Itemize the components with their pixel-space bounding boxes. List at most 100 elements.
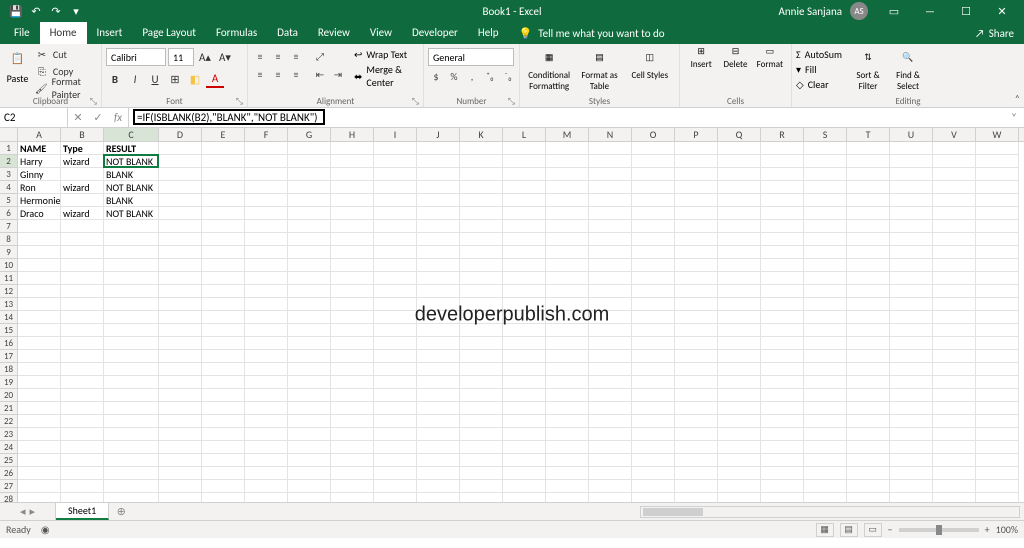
cell-I11[interactable] xyxy=(374,272,417,285)
cell-U4[interactable] xyxy=(890,181,933,194)
cell-H14[interactable] xyxy=(331,311,374,324)
cell-W7[interactable] xyxy=(976,220,1019,233)
cell-E26[interactable] xyxy=(202,467,245,480)
autosum-button[interactable]: ΣAutoSum xyxy=(796,48,842,61)
cell-T19[interactable] xyxy=(847,376,890,389)
cell-B24[interactable] xyxy=(61,441,104,454)
customize-qat-icon[interactable]: ▾ xyxy=(68,3,84,19)
col-header-S[interactable]: S xyxy=(804,128,847,141)
cell-Q15[interactable] xyxy=(718,324,761,337)
cell-E4[interactable] xyxy=(202,181,245,194)
cell-J21[interactable] xyxy=(417,402,460,415)
cell-K17[interactable] xyxy=(460,350,503,363)
user-name[interactable]: Annie Sanjana xyxy=(779,5,842,18)
cell-N26[interactable] xyxy=(589,467,632,480)
cell-C5[interactable]: BLANK xyxy=(104,194,159,207)
row-header-25[interactable]: 25 xyxy=(0,454,18,467)
row-header-22[interactable]: 22 xyxy=(0,415,18,428)
col-header-E[interactable]: E xyxy=(202,128,245,141)
cell-E16[interactable] xyxy=(202,337,245,350)
cell-H15[interactable] xyxy=(331,324,374,337)
cell-A8[interactable] xyxy=(18,233,61,246)
cell-U13[interactable] xyxy=(890,298,933,311)
cell-T17[interactable] xyxy=(847,350,890,363)
cell-P18[interactable] xyxy=(675,363,718,376)
cell-I2[interactable] xyxy=(374,155,417,168)
cell-L24[interactable] xyxy=(503,441,546,454)
cell-A27[interactable] xyxy=(18,480,61,493)
cell-Q10[interactable] xyxy=(718,259,761,272)
cell-A13[interactable] xyxy=(18,298,61,311)
cell-U11[interactable] xyxy=(890,272,933,285)
cell-B16[interactable] xyxy=(61,337,104,350)
cell-S1[interactable] xyxy=(804,142,847,155)
row-header-2[interactable]: 2 xyxy=(0,155,18,168)
cell-F25[interactable] xyxy=(245,454,288,467)
align-right-icon[interactable]: ≡ xyxy=(288,66,304,82)
cell-H10[interactable] xyxy=(331,259,374,272)
cell-P25[interactable] xyxy=(675,454,718,467)
comma-button[interactable]: , xyxy=(464,68,480,84)
zoom-in-icon[interactable]: + xyxy=(985,523,990,536)
col-header-J[interactable]: J xyxy=(417,128,460,141)
cell-L26[interactable] xyxy=(503,467,546,480)
cell-F10[interactable] xyxy=(245,259,288,272)
cell-Q3[interactable] xyxy=(718,168,761,181)
zoom-level[interactable]: 100% xyxy=(996,523,1018,536)
cell-L11[interactable] xyxy=(503,272,546,285)
cell-G7[interactable] xyxy=(288,220,331,233)
minimize-icon[interactable]: — xyxy=(912,0,948,22)
cell-E20[interactable] xyxy=(202,389,245,402)
cell-F19[interactable] xyxy=(245,376,288,389)
cell-M7[interactable] xyxy=(546,220,589,233)
col-header-Q[interactable]: Q xyxy=(718,128,761,141)
col-header-B[interactable]: B xyxy=(61,128,104,141)
cell-R2[interactable] xyxy=(761,155,804,168)
cell-S27[interactable] xyxy=(804,480,847,493)
cell-J5[interactable] xyxy=(417,194,460,207)
cell-V12[interactable] xyxy=(933,285,976,298)
cell-S14[interactable] xyxy=(804,311,847,324)
cell-A20[interactable] xyxy=(18,389,61,402)
row-header-9[interactable]: 9 xyxy=(0,246,18,259)
orientation-icon[interactable]: ⤢ xyxy=(312,48,328,64)
cell-R27[interactable] xyxy=(761,480,804,493)
cell-M24[interactable] xyxy=(546,441,589,454)
font-color-button[interactable]: A xyxy=(206,70,224,88)
row-header-3[interactable]: 3 xyxy=(0,168,18,181)
clear-button[interactable]: ◇Clear xyxy=(796,78,842,91)
cell-G24[interactable] xyxy=(288,441,331,454)
cell-I9[interactable] xyxy=(374,246,417,259)
column-headers[interactable]: ABCDEFGHIJKLMNOPQRSTUVW xyxy=(18,128,1024,142)
cell-N10[interactable] xyxy=(589,259,632,272)
cell-K3[interactable] xyxy=(460,168,503,181)
cell-M6[interactable] xyxy=(546,207,589,220)
cell-C19[interactable] xyxy=(104,376,159,389)
row-header-7[interactable]: 7 xyxy=(0,220,18,233)
cell-G19[interactable] xyxy=(288,376,331,389)
cell-T26[interactable] xyxy=(847,467,890,480)
cell-V7[interactable] xyxy=(933,220,976,233)
cell-K4[interactable] xyxy=(460,181,503,194)
cell-N24[interactable] xyxy=(589,441,632,454)
cell-E8[interactable] xyxy=(202,233,245,246)
cell-Q22[interactable] xyxy=(718,415,761,428)
cell-K1[interactable] xyxy=(460,142,503,155)
zoom-out-icon[interactable]: − xyxy=(888,523,893,536)
cell-D17[interactable] xyxy=(159,350,202,363)
cell-M12[interactable] xyxy=(546,285,589,298)
col-header-R[interactable]: R xyxy=(761,128,804,141)
cell-V8[interactable] xyxy=(933,233,976,246)
cell-P14[interactable] xyxy=(675,311,718,324)
cell-V5[interactable] xyxy=(933,194,976,207)
row-header-17[interactable]: 17 xyxy=(0,350,18,363)
cell-V2[interactable] xyxy=(933,155,976,168)
cell-R16[interactable] xyxy=(761,337,804,350)
cell-W14[interactable] xyxy=(976,311,1019,324)
cell-T4[interactable] xyxy=(847,181,890,194)
cell-U24[interactable] xyxy=(890,441,933,454)
cell-Q12[interactable] xyxy=(718,285,761,298)
cell-U20[interactable] xyxy=(890,389,933,402)
cell-N6[interactable] xyxy=(589,207,632,220)
cell-C26[interactable] xyxy=(104,467,159,480)
